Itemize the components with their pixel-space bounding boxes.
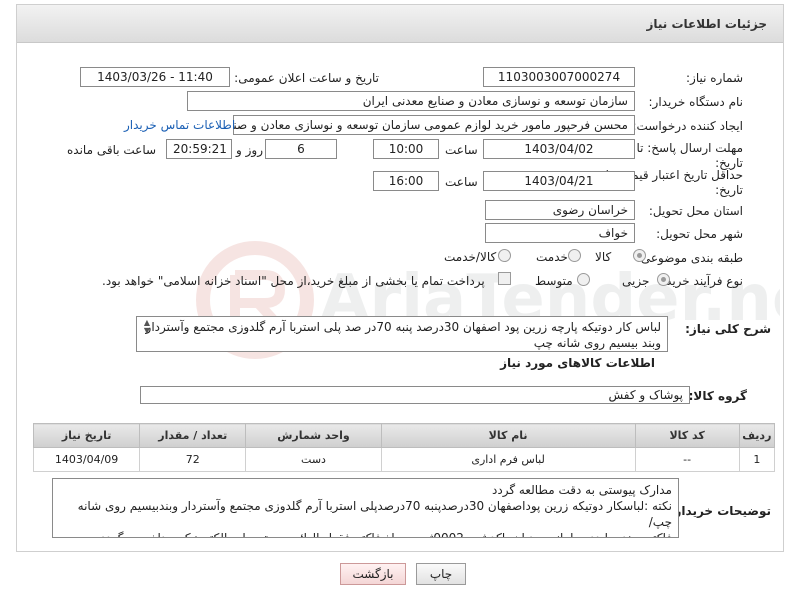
goods-group-label: گروه کالا: xyxy=(688,389,747,403)
creator-label: ایجاد کننده درخواست: xyxy=(632,119,743,133)
description-text: لباس کار دوتیکه پارچه زرین پود اصفهان 30… xyxy=(145,320,661,350)
goods-group-field[interactable]: پوشاک و کفش xyxy=(140,386,690,404)
col-item-name: نام کالا xyxy=(380,423,636,448)
description-textarea[interactable]: لباس کار دوتیکه پارچه زرین پود اصفهان 30… xyxy=(136,316,668,352)
days-label: روز و xyxy=(236,143,263,157)
process-radio-medium[interactable] xyxy=(577,273,590,286)
buyer-notes-line-1: مدارک پیوستی به دقت مطالعه گردد xyxy=(492,483,672,497)
panel-header: جزئیات اطلاعات نیاز xyxy=(17,5,783,43)
creator-field[interactable]: محسن فرحپور مامور خرید لوازم عمومی سازما… xyxy=(233,115,635,135)
buyer-notes-line-3: فاکتوربرنده بایددرسامانه مودیان باکدشعبه… xyxy=(100,531,672,538)
cell-unit: دست xyxy=(245,447,382,472)
remaining-label: ساعت باقی مانده xyxy=(67,143,157,157)
scroll-arrows-icon[interactable]: ▲ ▼ xyxy=(140,319,150,335)
col-need-date: تاریخ نیاز xyxy=(32,423,141,448)
category-radio-both[interactable] xyxy=(498,249,511,262)
category-option-both: کالا/خدمت xyxy=(444,250,497,264)
page-title: جزئیات اطلاعات نیاز xyxy=(646,17,767,31)
cell-quantity: 72 xyxy=(139,447,247,472)
validity-time-field[interactable]: 16:00 xyxy=(373,171,439,191)
description-label: شرح کلی نیاز: xyxy=(685,322,771,336)
deadline-time-label: ساعت xyxy=(445,143,478,157)
process-label: نوع فرآیند خرید : xyxy=(658,274,743,288)
buyer-contact-link[interactable]: اطلاعات تماس خریدار xyxy=(124,118,235,132)
province-field[interactable]: خراسان رضوی xyxy=(485,200,635,220)
need-number-label: شماره نیاز: xyxy=(686,71,743,85)
col-unit: واحد شمارش xyxy=(245,423,382,448)
buyer-notes-label: توضیحات خریدار: xyxy=(669,504,771,518)
province-label: استان محل تحویل: xyxy=(648,204,743,218)
treasury-payment-checkbox[interactable] xyxy=(498,272,511,285)
buyer-org-field[interactable]: سازمان توسعه و نوسازی معادن و صنایع معدن… xyxy=(187,91,635,111)
process-option-minor: جزیی xyxy=(622,274,650,288)
col-quantity: تعداد / مقدار xyxy=(139,423,247,448)
announce-date-field[interactable]: 1403/03/26 - 11:40 xyxy=(80,67,230,87)
deadline-label: مهلت ارسال پاسخ: تا xyxy=(636,141,743,155)
days-remaining-field[interactable]: 6 xyxy=(265,139,337,159)
table-row[interactable]: 1 -- لباس فرم اداری دست 72 1403/04/09 xyxy=(32,447,776,472)
col-row-number: ردیف xyxy=(738,423,776,448)
remaining-time-field[interactable]: 20:59:21 xyxy=(166,139,232,159)
buyer-notes-box[interactable]: مدارک پیوستی به دقت مطالعه گردد نکته :لب… xyxy=(52,478,679,538)
validity-date-field[interactable]: 1403/04/21 xyxy=(483,171,635,191)
need-number-field[interactable]: 1103003007000274 xyxy=(483,67,635,87)
buyer-notes-line-2: نکته :لباسکار دوتیکه زرین پوداصفهان 30در… xyxy=(77,499,672,529)
col-item-code: کد کالا xyxy=(634,423,740,448)
city-field[interactable]: خواف xyxy=(485,223,635,243)
buyer-org-label: نام دستگاه خریدار: xyxy=(648,95,744,109)
process-option-medium: متوسط xyxy=(535,274,573,288)
category-label: طبقه بندی موضوعی: xyxy=(636,251,743,265)
print-button[interactable]: چاپ xyxy=(416,563,466,585)
process-radio-minor[interactable] xyxy=(657,273,670,286)
category-radio-goods[interactable] xyxy=(633,249,646,262)
cell-need-date: 1403/04/09 xyxy=(32,447,141,472)
goods-section-title: اطلاعات کالاهای مورد نیاز xyxy=(500,356,655,370)
category-option-service: خدمت xyxy=(536,250,568,264)
treasury-payment-note: پرداخت تمام یا بخشی از مبلغ خرید،از محل … xyxy=(102,274,485,288)
category-option-goods: کالا xyxy=(595,250,612,264)
back-button[interactable]: بازگشت xyxy=(340,563,406,585)
cell-row-number: 1 xyxy=(738,447,776,472)
city-label: شهر محل تحویل: xyxy=(656,227,743,241)
validity-label-date: تاریخ: xyxy=(715,183,743,197)
table-header-row: ردیف کد کالا نام کالا واحد شمارش تعداد /… xyxy=(32,423,776,448)
deadline-date-field[interactable]: 1403/04/02 xyxy=(483,139,635,159)
announce-date-label: تاریخ و ساعت اعلان عمومی: xyxy=(234,71,379,85)
validity-time-label: ساعت xyxy=(445,175,478,189)
cell-item-name: لباس فرم اداری xyxy=(380,447,636,472)
deadline-time-field[interactable]: 10:00 xyxy=(373,139,439,159)
cell-item-code: -- xyxy=(634,447,740,472)
goods-table: ردیف کد کالا نام کالا واحد شمارش تعداد /… xyxy=(32,423,776,472)
category-radio-service[interactable] xyxy=(568,249,581,262)
